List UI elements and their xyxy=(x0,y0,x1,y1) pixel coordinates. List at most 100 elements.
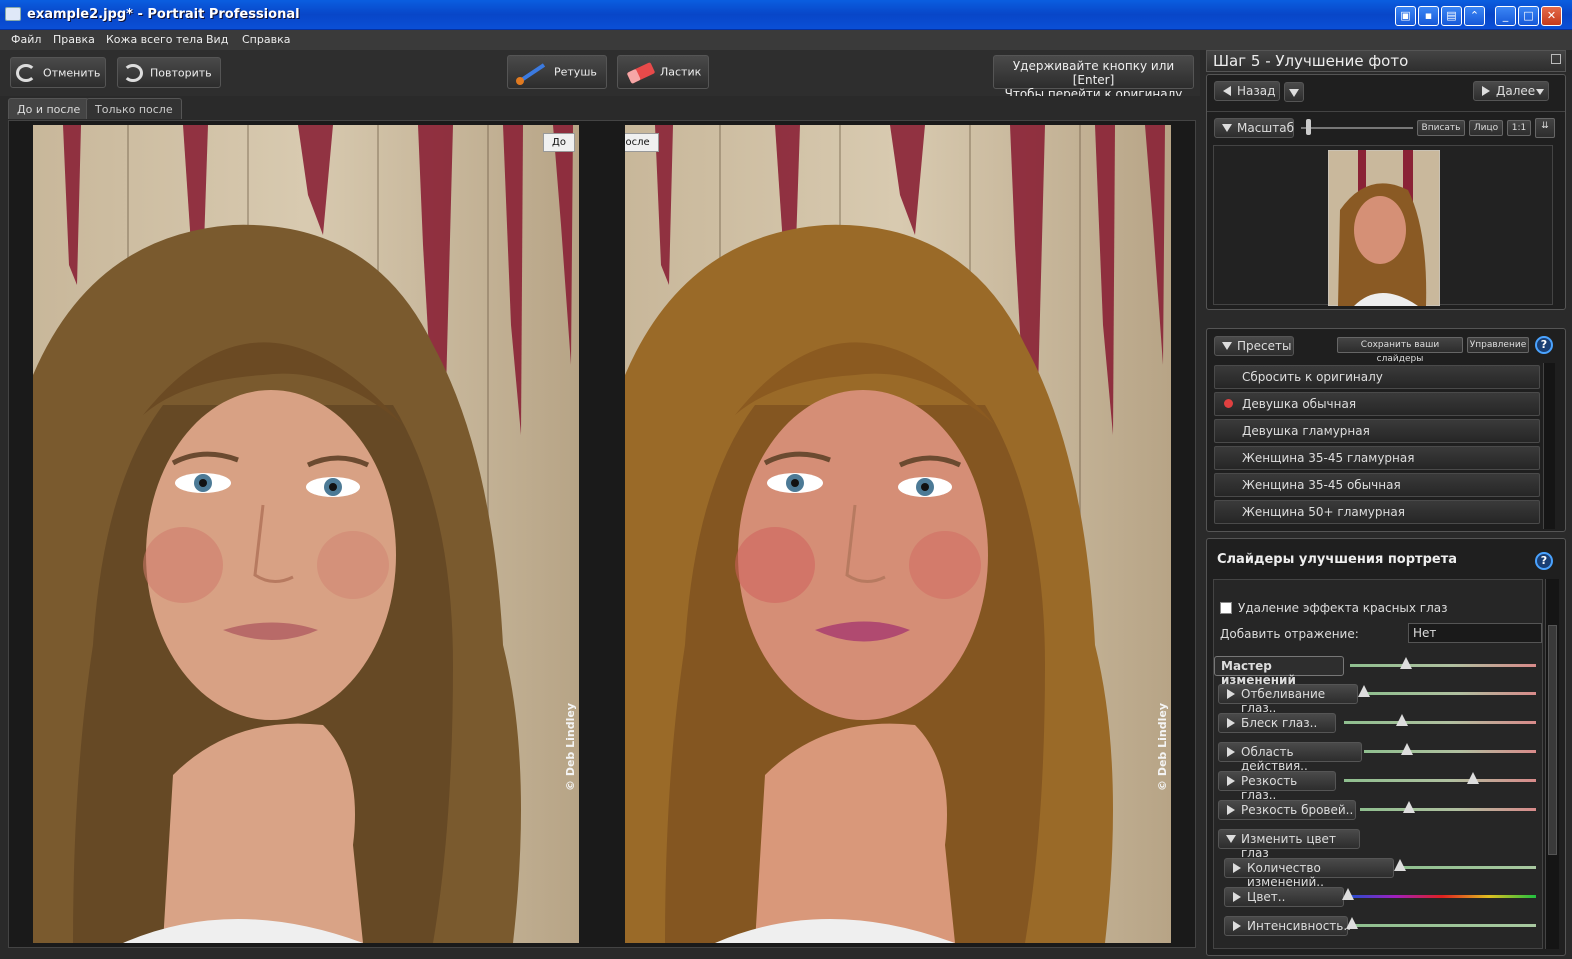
menu-view[interactable]: Вид xyxy=(206,33,228,46)
reflection-select[interactable]: Нет xyxy=(1408,623,1542,643)
right-panel: Шаг 5 - Улучшение фото Назад Далее Масшт… xyxy=(1203,50,1572,959)
eraser-button[interactable]: Ластик xyxy=(617,55,709,89)
menu-help[interactable]: Справка xyxy=(242,33,290,46)
tab-after-only[interactable]: Только после xyxy=(86,98,182,119)
zoom-slider-thumb[interactable] xyxy=(1306,119,1311,135)
compare-original-button[interactable]: Удерживайте кнопку или [Enter] Чтобы пер… xyxy=(993,55,1194,101)
sliders-scrollbar[interactable] xyxy=(1545,579,1559,949)
slider-thumb[interactable] xyxy=(1395,714,1408,726)
undo-button[interactable]: Отменить xyxy=(10,57,106,88)
menu-edit[interactable]: Правка xyxy=(53,33,95,46)
red-eye-checkbox[interactable] xyxy=(1220,602,1232,614)
save-sliders-button[interactable]: Сохранить ваши слайдеры xyxy=(1337,337,1463,364)
slider-track[interactable] xyxy=(1344,721,1536,724)
help-icon[interactable]: ? xyxy=(1535,552,1553,570)
maximize-button[interactable]: □ xyxy=(1518,6,1539,26)
preset-item[interactable]: Женщина 35-45 обычная xyxy=(1214,473,1540,497)
menu-file[interactable]: Файл xyxy=(11,33,41,46)
tab-before-after[interactable]: До и после xyxy=(8,98,90,119)
after-label: После xyxy=(625,133,659,152)
photo-credit-after: © Deb Lindley xyxy=(1156,702,1169,791)
slider-thumb[interactable] xyxy=(1466,772,1479,784)
slider-thumb[interactable] xyxy=(1342,888,1354,900)
slider-track[interactable] xyxy=(1364,692,1536,695)
fit-button[interactable]: Вписать xyxy=(1417,120,1465,136)
undock-icon[interactable] xyxy=(1551,54,1561,64)
photo-credit-before: © Deb Lindley xyxy=(564,702,577,791)
expand-arrow-icon xyxy=(1227,805,1235,815)
thumbnail-image[interactable] xyxy=(1328,150,1440,306)
expand-arrow-icon xyxy=(1233,863,1241,873)
master-slider-label[interactable]: Мастер изменений xyxy=(1214,656,1344,687)
zoom-options-icon[interactable]: ⇊ xyxy=(1535,118,1555,138)
redo-button[interactable]: Повторить xyxy=(117,57,221,88)
scroll-thumb[interactable] xyxy=(1548,625,1557,855)
slider-track[interactable] xyxy=(1348,895,1536,898)
slider-thumb[interactable] xyxy=(1358,685,1370,697)
close-button[interactable]: ✕ xyxy=(1541,6,1562,26)
preset-item[interactable]: Девушка обычная xyxy=(1214,392,1540,416)
thumbnail-navigator[interactable] xyxy=(1213,145,1553,306)
navigation-panel: Назад Далее Масштаб Вписать Лицо 1:1 ⇊ xyxy=(1206,74,1566,310)
slider-track[interactable] xyxy=(1400,866,1536,869)
slider-expand-button[interactable]: Блеск глаз.. xyxy=(1218,713,1336,733)
help-icon[interactable]: ? xyxy=(1535,336,1553,354)
eye-color-group-toggle[interactable]: Изменить цвет глаз xyxy=(1218,829,1360,860)
minimize-button[interactable]: _ xyxy=(1495,6,1516,26)
extra-window-icon[interactable]: ▪ xyxy=(1418,6,1439,26)
next-button[interactable]: Далее xyxy=(1473,81,1549,101)
slider-expand-button[interactable]: Резкость бровей.. xyxy=(1218,800,1356,820)
image-viewer[interactable]: До осле © Deb Lindley © Deb Lindley xyxy=(8,120,1196,948)
before-label: До xyxy=(543,133,575,152)
preset-item[interactable]: Женщина 50+ гламурная xyxy=(1214,500,1540,524)
slider-expand-button[interactable]: Цвет.. xyxy=(1224,887,1344,907)
menu-skin[interactable]: Кожа всего тела xyxy=(106,33,203,46)
zoom-slider-track[interactable] xyxy=(1301,127,1413,129)
extra-window-icon[interactable]: ▤ xyxy=(1441,6,1462,26)
menu-bar: Файл Правка Кожа всего тела Вид Справка xyxy=(0,30,1572,50)
slider-thumb[interactable] xyxy=(1403,801,1416,813)
extra-window-icon[interactable]: ▣ xyxy=(1395,6,1416,26)
slider-track[interactable] xyxy=(1360,808,1536,811)
slider-row: Блеск глаз.. xyxy=(1214,712,1542,734)
slider-track[interactable] xyxy=(1350,664,1536,667)
before-image[interactable]: До xyxy=(33,125,579,943)
back-button[interactable]: Назад xyxy=(1214,81,1280,101)
active-preset-icon xyxy=(1224,399,1233,408)
window-title: example2.jpg* - Portrait Professional xyxy=(27,7,300,22)
manage-presets-button[interactable]: Управление xyxy=(1467,337,1529,353)
slider-row: Цвет.. xyxy=(1214,886,1542,908)
zoom-toggle[interactable]: Масштаб xyxy=(1214,118,1294,138)
slider-expand-button[interactable]: Интенсивность.. xyxy=(1224,916,1351,936)
presets-toggle[interactable]: Пресеты xyxy=(1214,336,1294,356)
slider-track[interactable] xyxy=(1344,779,1536,782)
extra-window-icon[interactable]: ⌃ xyxy=(1464,6,1485,26)
actual-size-button[interactable]: 1:1 xyxy=(1507,120,1531,136)
preset-item[interactable]: Девушка гламурная xyxy=(1214,419,1540,443)
slider-expand-button[interactable]: Область действия.. xyxy=(1218,742,1362,773)
slider-track[interactable] xyxy=(1352,924,1536,927)
slider-expand-button[interactable]: Отбеливание глаз.. xyxy=(1218,684,1358,715)
slider-thumb[interactable] xyxy=(1346,917,1358,929)
sliders-title: Слайдеры улучшения портрета xyxy=(1217,552,1458,567)
presets-scrollbar[interactable] xyxy=(1543,363,1555,529)
preset-item[interactable]: Сбросить к оригиналу xyxy=(1214,365,1540,389)
slider-row: Интенсивность.. xyxy=(1214,915,1542,937)
expand-arrow-icon xyxy=(1233,921,1241,931)
collapse-arrow-icon xyxy=(1226,835,1236,843)
retouch-button[interactable]: Ретушь xyxy=(507,55,607,89)
slider-thumb[interactable] xyxy=(1401,743,1413,755)
preset-item[interactable]: Женщина 35-45 гламурная xyxy=(1214,446,1540,470)
after-image[interactable]: После xyxy=(625,125,1171,943)
title-bar: example2.jpg* - Portrait Professional ▣ … xyxy=(0,0,1572,30)
slider-thumb[interactable] xyxy=(1399,657,1412,669)
slider-row: Резкость бровей.. xyxy=(1214,799,1542,821)
slider-thumb[interactable] xyxy=(1394,859,1406,871)
slider-track[interactable] xyxy=(1364,750,1536,753)
slider-expand-button[interactable]: Резкость глаз.. xyxy=(1218,771,1336,802)
back-dropdown[interactable] xyxy=(1284,82,1304,102)
face-button[interactable]: Лицо xyxy=(1469,120,1503,136)
chevron-down-icon xyxy=(1289,89,1299,97)
chevron-down-icon xyxy=(1536,89,1544,95)
slider-expand-button[interactable]: Количество изменений.. xyxy=(1224,858,1394,889)
